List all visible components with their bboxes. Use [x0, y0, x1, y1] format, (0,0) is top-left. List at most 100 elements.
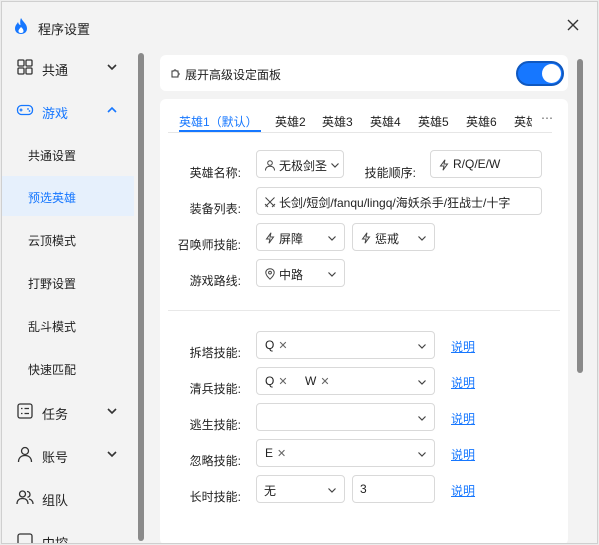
long-skill-duration-input[interactable]: 3	[352, 475, 435, 503]
sidebar-scrollbar[interactable]	[138, 53, 144, 543]
tag-q: Q ✕	[265, 338, 288, 352]
tab-hero-1[interactable]: 英雄1（默认）	[179, 113, 258, 130]
sidebar-item-task[interactable]: 任务	[2, 391, 134, 431]
sidebar-sub-label: 打野设置	[28, 277, 77, 291]
sidebar-sub-jungle-settings[interactable]: 打野设置	[2, 262, 134, 302]
long-skill-explain-link[interactable]: 说明	[451, 482, 475, 499]
sidebar-item-common[interactable]: 共通	[2, 47, 134, 87]
minion-skill-select[interactable]: Q ✕ W ✕	[256, 367, 435, 395]
sidebar-sub-preselect-hero[interactable]: 预选英雄	[2, 176, 134, 216]
summoner-skill-2-value: 惩戒	[375, 232, 400, 246]
sidebar-sub-label: 共通设置	[28, 149, 77, 163]
sidebar-item-account[interactable]: 账号	[2, 434, 134, 474]
team-icon	[16, 490, 34, 505]
escape-skill-select[interactable]	[256, 403, 435, 431]
grid-icon	[17, 59, 33, 75]
long-skill-select-value: 无	[264, 484, 277, 498]
tab-hero-3[interactable]: 英雄3	[322, 113, 353, 130]
gamepad-icon	[16, 104, 34, 116]
chevron-down-icon	[331, 163, 339, 168]
sidebar-item-control[interactable]: 中控	[2, 520, 134, 543]
summoner-label: 召唤师技能:	[177, 238, 241, 252]
sidebar-sub-label: 预选英雄	[28, 191, 77, 205]
route-value: 中路	[279, 268, 304, 282]
sidebar-scroll-thumb[interactable]	[138, 53, 144, 541]
tag-remove-icon[interactable]: ✕	[277, 448, 286, 460]
ignore-skill-select[interactable]: E ✕	[256, 439, 435, 467]
sidebar: 共通 游戏 共通设置 预选英雄 云顶模式 打野设置 乱斗模式 快速匹配 任务 账…	[2, 47, 134, 543]
tag-label: E	[265, 446, 274, 460]
equipment-label: 装备列表:	[189, 202, 241, 216]
tab-hero-5[interactable]: 英雄5	[418, 113, 449, 130]
advanced-settings-label: 展开高级设定面板	[185, 68, 282, 82]
tab-hero-2[interactable]: 英雄2	[275, 113, 306, 130]
chevron-up-icon	[107, 106, 117, 113]
chevron-down-icon	[107, 408, 117, 415]
tower-skill-label: 拆塔技能:	[189, 346, 241, 360]
tag-w: W ✕	[305, 374, 330, 388]
chevron-down-icon	[418, 344, 426, 349]
tag-q: Q ✕	[265, 374, 288, 388]
sidebar-sub-label: 乱斗模式	[28, 320, 77, 334]
equipment-input[interactable]: 长剑/短剑/fanqu/lingq/海妖杀手/狂战士/十字	[256, 187, 542, 215]
tab-divider	[168, 132, 552, 133]
chevron-down-icon	[328, 236, 336, 241]
sidebar-sub-brawl-mode[interactable]: 乱斗模式	[2, 305, 134, 345]
tag-remove-icon[interactable]: ✕	[320, 376, 329, 388]
sidebar-item-label: 任务	[42, 407, 69, 422]
summoner-skill-2-select[interactable]: 惩戒	[352, 223, 435, 251]
skill-order-value: R/Q/E/W	[453, 157, 501, 171]
tag-remove-icon[interactable]: ✕	[278, 340, 287, 352]
sidebar-item-team[interactable]: 组队	[2, 477, 134, 517]
skill-order-input[interactable]: R/Q/E/W	[430, 150, 542, 178]
chevron-down-icon	[107, 64, 117, 71]
route-select[interactable]: 中路	[256, 259, 345, 287]
escape-skill-explain-link[interactable]: 说明	[451, 410, 475, 427]
advanced-settings-panel: 展开高级设定面板	[160, 55, 568, 91]
sidebar-sub-quick-match[interactable]: 快速匹配	[2, 348, 134, 388]
swords-icon	[264, 197, 276, 208]
advanced-settings-toggle[interactable]	[516, 61, 564, 86]
section-divider	[168, 310, 560, 311]
sidebar-item-label: 组队	[42, 493, 69, 508]
tag-label: W	[305, 374, 317, 388]
user-icon	[265, 160, 275, 171]
long-skill-duration-value: 3	[360, 482, 367, 496]
sidebar-item-label: 共通	[42, 63, 69, 78]
sidebar-item-game[interactable]: 游戏	[2, 90, 134, 130]
sidebar-sub-label: 快速匹配	[28, 363, 77, 377]
toggle-knob	[542, 64, 561, 83]
summoner-skill-1-select[interactable]: 屏障	[256, 223, 345, 251]
ignore-skill-explain-link[interactable]: 说明	[451, 446, 475, 463]
close-button[interactable]	[562, 14, 584, 36]
tag-remove-icon[interactable]: ✕	[278, 376, 287, 388]
settings-window: 程序设置 共通 游戏 共通设置 预选英雄 云顶模式 打野设置 乱斗模式 快速匹配…	[1, 1, 598, 544]
sidebar-sub-common-settings[interactable]: 共通设置	[2, 134, 134, 174]
tower-skill-explain-link[interactable]: 说明	[451, 338, 475, 355]
skill-order-label: 技能顺序:	[364, 166, 416, 180]
minion-skill-explain-link[interactable]: 说明	[451, 374, 475, 391]
chevron-down-icon	[328, 272, 336, 277]
location-pin-icon	[265, 268, 275, 280]
equipment-value: 长剑/短剑/fanqu/lingq/海妖杀手/狂战士/十字	[279, 196, 511, 210]
sidebar-item-label: 账号	[42, 450, 69, 465]
tab-more-button[interactable]: ⋯	[532, 109, 562, 131]
flame-icon	[15, 18, 27, 34]
tag-e: E ✕	[265, 446, 286, 460]
window-title: 程序设置	[38, 22, 91, 37]
tower-skill-select[interactable]: Q ✕	[256, 331, 435, 359]
hero-name-value: 无极剑圣	[279, 159, 328, 173]
tab-hero-6[interactable]: 英雄6	[466, 113, 497, 130]
main-scrollbar-thumb[interactable]	[577, 59, 583, 373]
tab-hero-4[interactable]: 英雄4	[370, 113, 401, 130]
tag-label: Q	[265, 338, 275, 352]
sidebar-sub-tft-mode[interactable]: 云顶模式	[2, 219, 134, 259]
lightning-icon	[439, 159, 449, 171]
hero-name-select[interactable]: 无极剑圣	[256, 150, 344, 178]
chevron-down-icon	[418, 380, 426, 385]
sidebar-item-label: 游戏	[42, 106, 69, 121]
summoner-skill-1-value: 屏障	[279, 232, 304, 246]
long-skill-select[interactable]: 无	[256, 475, 345, 503]
chevron-down-icon	[418, 452, 426, 457]
close-icon	[567, 19, 579, 31]
